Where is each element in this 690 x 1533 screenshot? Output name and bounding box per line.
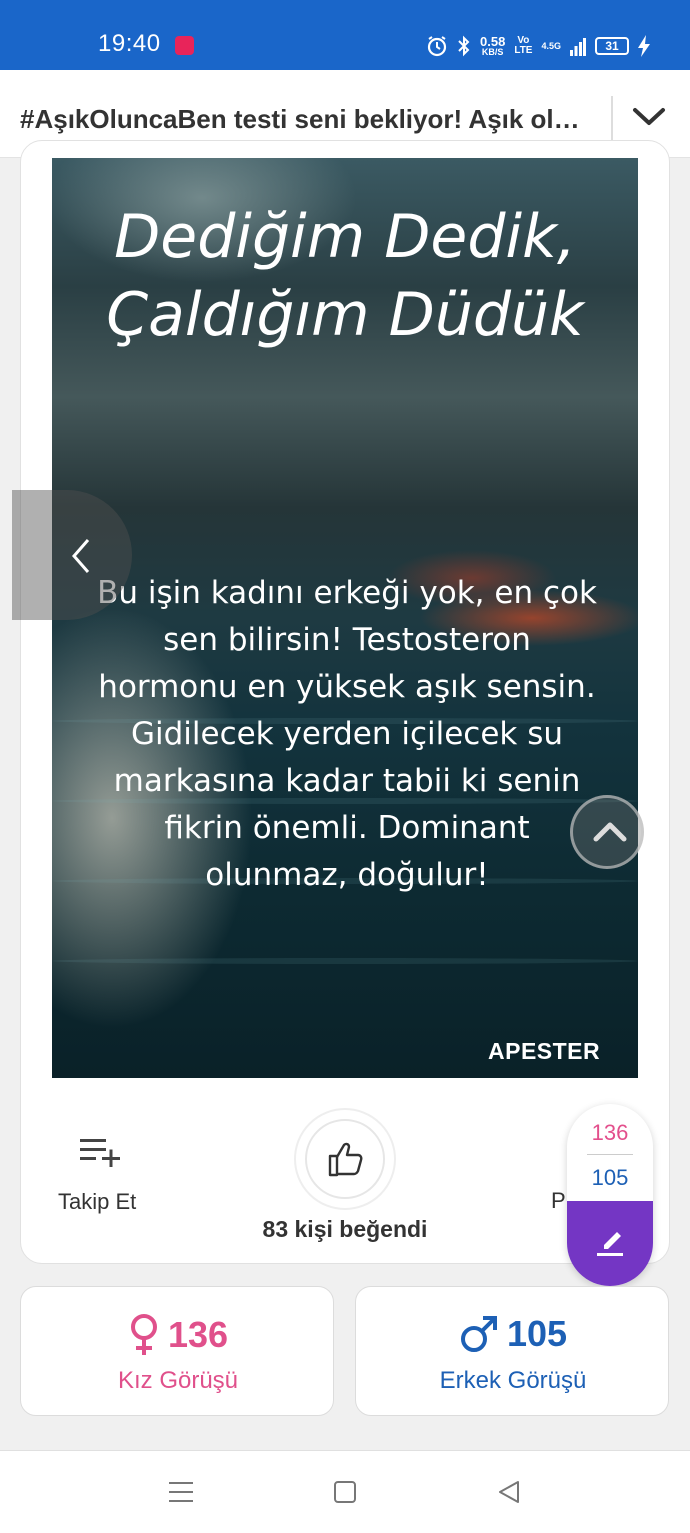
like-button[interactable] <box>294 1108 396 1210</box>
back-icon[interactable] <box>497 1479 521 1505</box>
share-label[interactable]: P <box>551 1188 566 1214</box>
pencil-icon <box>597 1232 623 1256</box>
home-icon[interactable] <box>333 1479 357 1505</box>
page-title: #AşıkOluncaBen testi seni bekliyor! Aşık… <box>20 104 592 134</box>
network-speed: 0.58 KB/S <box>480 34 505 57</box>
chevron-down-icon[interactable] <box>630 102 668 132</box>
menu-icon[interactable] <box>168 1479 194 1505</box>
girls-opinion-header: 136 <box>21 1313 335 1357</box>
alarm-icon <box>427 36 447 57</box>
girls-opinion-card[interactable]: 136 Kız Görüşü <box>20 1286 334 1416</box>
status-bar: 19:40 0.58 KB/S Vo LTE 4.5G 31 <box>0 0 690 70</box>
thumbs-up-icon <box>328 1142 363 1177</box>
status-indicators: 0.58 KB/S Vo LTE 4.5G 31 <box>426 32 650 60</box>
female-symbol-icon <box>130 1314 157 1355</box>
chevron-left-icon <box>72 539 90 573</box>
header-divider <box>611 96 613 144</box>
boys-opinion-card[interactable]: 105 Erkek Görüşü <box>355 1286 669 1416</box>
chevron-up-icon <box>593 822 627 842</box>
girls-opinion-count[interactable]: 136 <box>567 1120 653 1146</box>
speed-unit: KB/S <box>481 46 504 57</box>
boys-opinion-label: Erkek Görüşü <box>439 1367 587 1394</box>
scroll-to-top-button[interactable] <box>570 795 644 869</box>
system-navigation-bar <box>0 1450 690 1533</box>
volte-indicator: Vo LTE <box>514 36 532 56</box>
status-time: 19:40 <box>98 30 161 57</box>
widget-divider <box>587 1154 633 1155</box>
boys-opinion-count[interactable]: 105 <box>567 1165 653 1191</box>
like-count: 83 kişi beğendi <box>262 1216 428 1242</box>
boys-opinion-count-large: 105 <box>506 1313 568 1354</box>
charging-icon <box>638 35 650 57</box>
network-type: 4.5G <box>541 41 561 51</box>
signal-icon <box>570 38 586 56</box>
boys-opinion-header: 105 <box>356 1313 670 1355</box>
opinion-widget[interactable]: 136 105 <box>567 1104 653 1286</box>
water-ripple <box>52 958 638 964</box>
battery-level: 31 <box>595 37 629 55</box>
apester-logo: APESTER <box>488 1038 601 1064</box>
girls-opinion-label: Kız Görüşü <box>117 1367 239 1394</box>
girls-opinion-count-large: 136 <box>167 1314 229 1355</box>
bluetooth-icon <box>458 35 470 57</box>
male-symbol-icon <box>460 1316 497 1352</box>
follow-icon[interactable] <box>80 1137 122 1167</box>
app-notification-icon <box>175 36 194 55</box>
result-title: Dediğim Dedik, Çaldığım Düdük <box>106 202 584 350</box>
result-description: Bu işin kadını erkeği yok, en çok sen bi… <box>97 575 597 893</box>
result-image: Dediğim Dedik, Çaldığım Düdük Bu işin ka… <box>52 158 638 1078</box>
write-opinion-button[interactable] <box>567 1201 653 1286</box>
like-button-ring <box>305 1119 385 1199</box>
follow-button[interactable]: Takip Et <box>58 1189 136 1215</box>
volte-bottom: LTE <box>514 45 533 56</box>
